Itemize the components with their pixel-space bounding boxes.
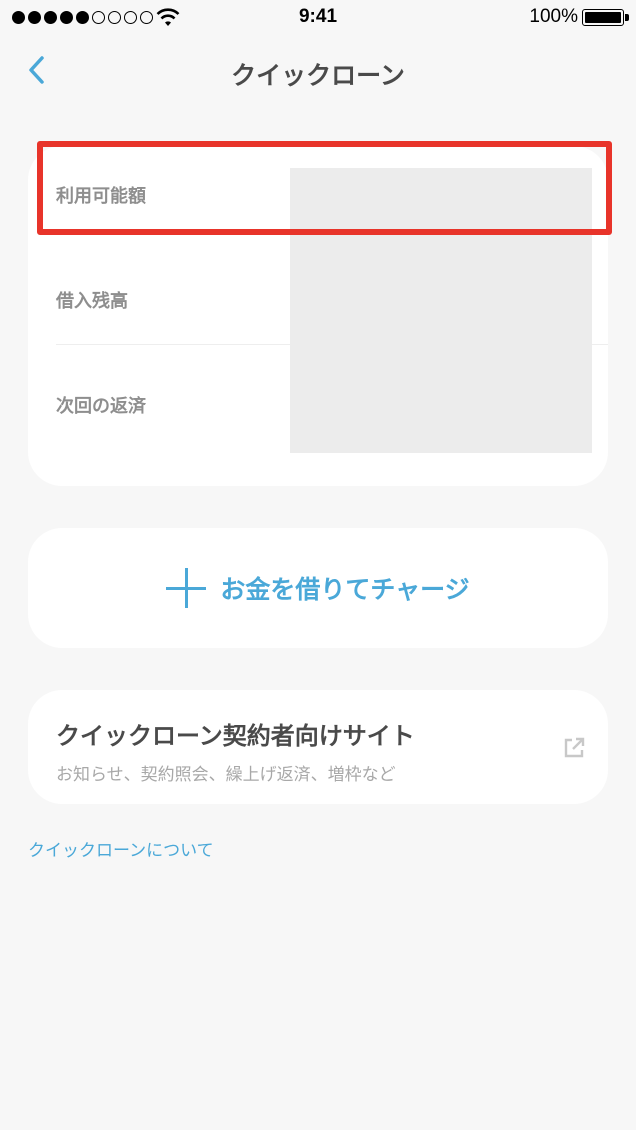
- member-site-title: クイックローン契約者向けサイト: [56, 722, 415, 750]
- status-bar: 9:41 100%: [0, 0, 636, 36]
- loan-summary-card: 利用可能額 借入残高 次回の返済: [28, 146, 608, 486]
- borrow-and-charge-button[interactable]: お金を借りてチャージ: [28, 528, 608, 648]
- battery-tip: [625, 14, 629, 21]
- plus-icon: [166, 568, 207, 608]
- loan-balance-label: 借入残高: [56, 291, 128, 312]
- battery-percent: 100%: [529, 6, 578, 27]
- page-title: クイックローン: [231, 61, 405, 90]
- charge-label: お金を借りてチャージ: [220, 575, 470, 604]
- member-site-card[interactable]: クイックローン契約者向けサイト お知らせ、契約照会、繰上げ返済、増枠など: [28, 690, 608, 804]
- available-amount-label: 利用可能額: [56, 186, 146, 207]
- external-link-icon: [564, 737, 585, 758]
- member-site-subtitle: お知らせ、契約照会、繰上げ返済、増枠など: [56, 765, 396, 785]
- quick-loan-screen: 9:41 100% クイックローン 利用可能額 借入残高 次回の返済 お金を借り…: [0, 0, 636, 1130]
- masked-values-placeholder: [290, 168, 592, 453]
- battery-icon: [582, 9, 624, 26]
- next-repayment-label: 次回の返済: [56, 396, 146, 417]
- about-quick-loan-link[interactable]: クイックローンについて: [28, 836, 214, 861]
